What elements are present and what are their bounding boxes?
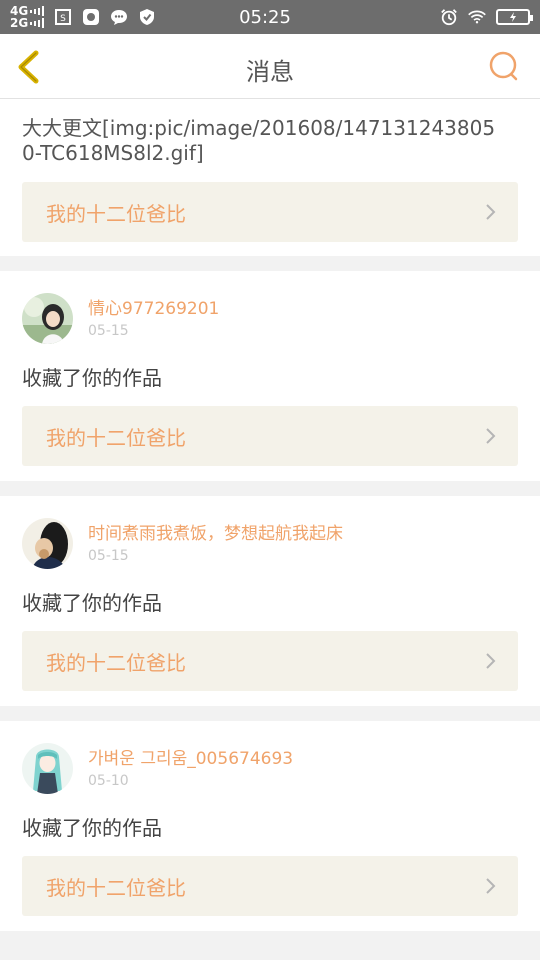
message-date: 05-15: [88, 548, 129, 564]
screenshot-icon: S: [54, 8, 72, 26]
work-link[interactable]: 我的十二位爸比: [22, 856, 518, 916]
message-date: 05-10: [88, 773, 129, 789]
status-time: 05:25: [239, 6, 291, 28]
message-card: 情心977269201 05-15 收藏了你的作品 我的十二位爸比: [0, 271, 540, 481]
user-avatar[interactable]: [22, 518, 73, 569]
top-navigation-bar: 消息: [0, 34, 540, 99]
username[interactable]: 时间煮雨我煮饭，梦想起航我起床: [88, 523, 358, 545]
shield-icon: [138, 8, 156, 26]
work-link[interactable]: 我的十二位爸比: [22, 406, 518, 466]
work-link[interactable]: 我的十二位爸比: [22, 631, 518, 691]
network-type-bottom: 2G: [10, 16, 29, 30]
work-title: 我的十二位爸比: [46, 425, 186, 450]
message-date: 05-15: [88, 323, 129, 339]
chevron-right-icon: [486, 204, 496, 220]
message-icon: [110, 8, 128, 26]
app-notification-icon: [82, 8, 100, 26]
message-text: 大大更文[img:pic/image/201608/1471312438050-…: [22, 116, 496, 165]
chevron-right-icon: [486, 428, 496, 444]
message-list[interactable]: 大大更文[img:pic/image/201608/1471312438050-…: [0, 99, 540, 946]
alarm-icon: [440, 8, 458, 26]
battery-charging-icon: [496, 9, 533, 25]
message-action: 收藏了你的作品: [22, 366, 162, 390]
message-card: 时间煮雨我煮饭，梦想起航我起床 05-15 收藏了你的作品 我的十二位爸比: [0, 496, 540, 706]
message-card: 大大更文[img:pic/image/201608/1471312438050-…: [0, 99, 540, 256]
username[interactable]: 가벼운 그리움_005674693: [88, 748, 358, 770]
user-avatar[interactable]: [22, 293, 73, 344]
page-title: 消息: [246, 58, 294, 86]
status-bar: 4G 2G S 05:25: [0, 0, 540, 34]
work-title: 我的十二位爸比: [46, 875, 186, 900]
work-link[interactable]: 我的十二位爸比: [22, 182, 518, 242]
svg-text:S: S: [60, 14, 66, 24]
network-indicator: 4G 2G: [10, 5, 45, 30]
message-action: 收藏了你的作品: [22, 591, 162, 615]
chevron-right-icon: [486, 878, 496, 894]
chevron-right-icon: [486, 653, 496, 669]
work-title: 我的十二位爸比: [46, 650, 186, 675]
search-icon: [489, 51, 518, 81]
user-avatar[interactable]: [22, 743, 73, 794]
message-card: 가벼운 그리움_005674693 05-10 收藏了你的作品 我的十二位爸比: [0, 721, 540, 931]
message-action: 收藏了你的作品: [22, 816, 162, 840]
work-title: 我的十二位爸比: [46, 201, 186, 226]
search-button[interactable]: [488, 50, 520, 82]
wifi-icon: [468, 8, 486, 26]
username[interactable]: 情心977269201: [88, 298, 358, 320]
